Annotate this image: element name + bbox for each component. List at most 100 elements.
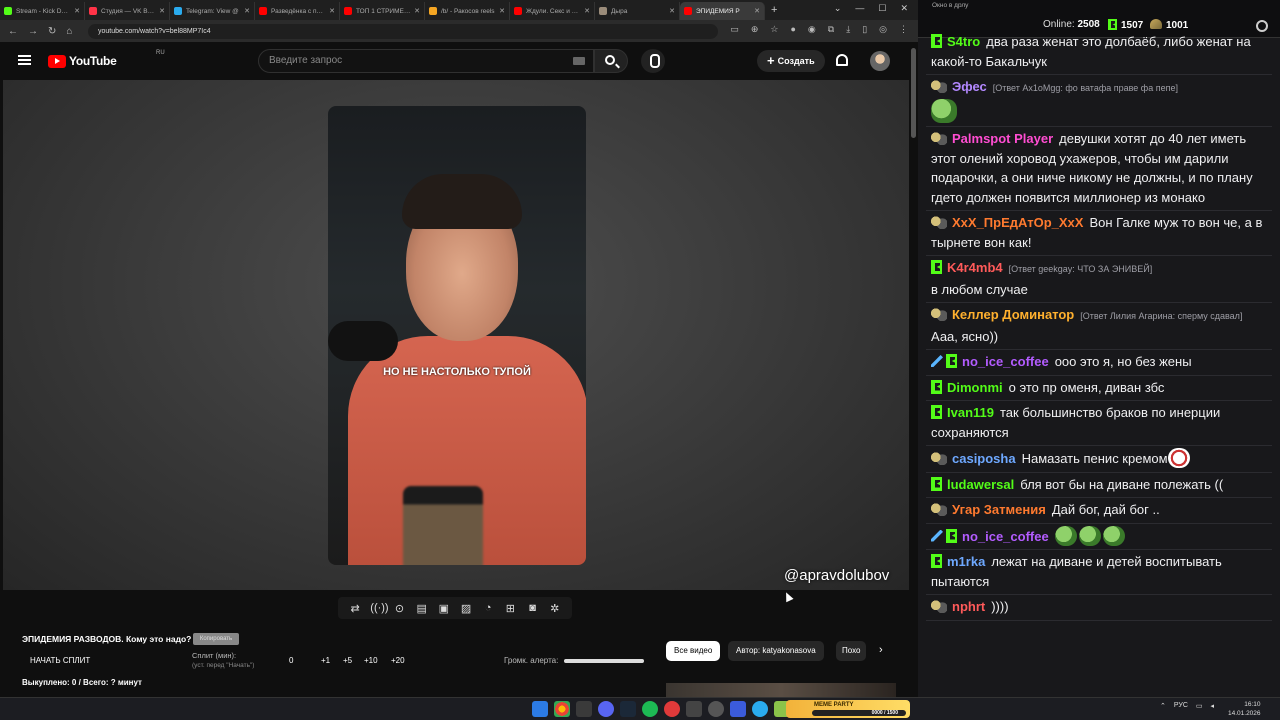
avatar[interactable] <box>870 51 890 71</box>
chat-username[interactable]: casiposha <box>952 451 1016 466</box>
bookmark-star-icon[interactable]: ☆ <box>770 24 778 35</box>
browser-tab[interactable]: Студия — VK Видео✕ <box>85 2 170 20</box>
app-icon-2[interactable] <box>664 701 680 717</box>
app-icon-1[interactable] <box>576 701 592 717</box>
search-button[interactable] <box>594 49 628 73</box>
create-button[interactable]: + Создать <box>757 50 825 72</box>
split-plus-1[interactable]: +1 <box>321 656 330 665</box>
tab-close-icon[interactable]: ✕ <box>74 7 80 15</box>
download-icon[interactable]: ⤓ <box>846 24 850 35</box>
chip-similar[interactable]: Похо <box>836 641 866 661</box>
browser-tab[interactable]: Разведёнка с приц ✕ <box>255 2 340 20</box>
browser-tab[interactable]: /b/ - Ракосов reels ✕ <box>425 2 510 20</box>
chat-username[interactable]: Palmspot Player <box>952 131 1053 146</box>
close-window-button[interactable]: ✕ <box>900 3 908 14</box>
browser-tab[interactable]: Ждули. Секс и отн ✕ <box>510 2 595 20</box>
app-icon-3[interactable] <box>686 701 702 717</box>
discord-icon[interactable] <box>598 701 614 717</box>
chat-username[interactable]: Угар Затмения <box>952 502 1046 517</box>
back-icon[interactable]: ← <box>8 26 18 37</box>
add-icon[interactable]: ⊞ <box>503 602 517 615</box>
app-icon-4[interactable] <box>730 701 746 717</box>
zoom-icon[interactable]: ⊕ <box>751 24 759 35</box>
voice-search-icon[interactable] <box>641 49 665 73</box>
steam-icon[interactable] <box>620 701 636 717</box>
screenshot-icon[interactable]: ▨ <box>459 602 473 615</box>
minimize-button[interactable]: — <box>855 3 864 14</box>
meme-party-widget[interactable]: MEME PARTY 0000 / 1500 <box>786 700 910 718</box>
browser-tab[interactable]: Дыра ✕ <box>595 2 680 20</box>
menu-dots-icon[interactable]: ⋮ <box>899 24 908 35</box>
video-player[interactable]: НО НЕ НАСТОЛЬКО ТУПОЙ @apravdolubov <box>3 80 909 590</box>
browser-tab[interactable]: Telegram: View @ ✕ <box>170 2 255 20</box>
camera-icon[interactable]: ◙ <box>526 602 540 614</box>
tab-close-icon[interactable]: ✕ <box>414 7 420 15</box>
recommended-thumbnail[interactable] <box>666 683 896 697</box>
chat-username[interactable]: Келлер Доминатор <box>952 307 1074 322</box>
home-icon[interactable]: ⌂ <box>66 26 72 37</box>
notifications-bell-icon[interactable] <box>836 54 848 66</box>
cast-icon[interactable]: ▭ <box>730 24 739 35</box>
maximize-button[interactable]: ☐ <box>878 3 886 14</box>
chat-username[interactable]: no_ice_coffee <box>962 354 1049 369</box>
loop-icon[interactable]: ⇄ <box>348 602 362 615</box>
hamburger-menu-icon[interactable] <box>18 55 31 65</box>
split-plus-10[interactable]: +10 <box>364 656 378 665</box>
telegram-icon[interactable] <box>752 701 768 717</box>
chat-username[interactable]: K4r4mb4 <box>947 260 1003 275</box>
clip-icon[interactable]: ▤ <box>415 602 429 615</box>
chat-username[interactable]: Эфес <box>952 79 987 94</box>
extension-red-icon[interactable]: ◉ <box>808 24 816 35</box>
volume-icon[interactable]: ◂ <box>1211 702 1215 710</box>
tab-search-icon[interactable]: ⌄ <box>834 3 842 14</box>
system-clock[interactable]: 16:10 14.01.2026 <box>1228 700 1261 718</box>
url-field[interactable]: youtube.com/watch?v=bel88MP7Ic4 <box>88 24 718 39</box>
chat-username[interactable]: Ivan119 <box>947 405 994 420</box>
tab-close-icon[interactable]: ✕ <box>754 7 760 15</box>
chat-username[interactable]: S4tro <box>947 34 980 49</box>
speed-icon[interactable]: ◔ <box>481 602 495 614</box>
chip-author[interactable]: Автор: katyakonasova <box>728 641 824 661</box>
extension-icon[interactable]: ● <box>790 24 795 35</box>
extensions-puzzle-icon[interactable]: ⧉ <box>828 24 834 35</box>
browser-tab[interactable]: Stream - Kick Dashboard✕ <box>0 2 85 20</box>
search-input[interactable]: Введите запрос <box>258 49 594 73</box>
record-icon[interactable]: ⊙ <box>392 602 406 615</box>
language-indicator[interactable]: РУС <box>1174 702 1188 710</box>
start-split-button[interactable]: НАЧАТЬ СПЛИТ <box>30 656 90 665</box>
split-value-0[interactable]: 0 <box>289 656 293 665</box>
chat-username[interactable]: XxX_ПрЕдАтОр_XxX <box>952 215 1083 230</box>
scrollbar-thumb[interactable] <box>911 48 916 138</box>
tab-close-icon[interactable]: ✕ <box>669 7 675 15</box>
chat-username[interactable]: Dimonmi <box>947 380 1003 395</box>
chat-username[interactable]: ludawersal <box>947 477 1014 492</box>
obs-icon[interactable] <box>708 701 724 717</box>
chrome-icon[interactable] <box>554 701 570 717</box>
spotify-icon[interactable] <box>642 701 658 717</box>
tab-close-icon[interactable]: ✕ <box>159 7 165 15</box>
page-scrollbar[interactable] <box>909 42 918 697</box>
new-tab-button[interactable]: + <box>771 4 777 16</box>
chevron-right-icon[interactable]: › <box>879 644 883 656</box>
tab-close-icon[interactable]: ✕ <box>329 7 335 15</box>
tab-close-icon[interactable]: ✕ <box>499 7 505 15</box>
tray-chevron-icon[interactable]: ⌃ <box>1160 702 1166 710</box>
tab-close-icon[interactable]: ✕ <box>584 7 590 15</box>
split-plus-20[interactable]: +20 <box>391 656 405 665</box>
chip-all-videos[interactable]: Все видео <box>666 641 721 661</box>
browser-tab[interactable]: ЭПИДЕМИЯ Р ✕ <box>680 2 765 20</box>
network-icon[interactable]: ▭ <box>1196 702 1203 710</box>
split-plus-5[interactable]: +5 <box>343 656 352 665</box>
start-icon[interactable] <box>532 701 548 717</box>
forward-icon[interactable]: → <box>28 26 38 37</box>
sidepanel-icon[interactable]: ▯ <box>862 24 867 35</box>
frame-icon[interactable]: ▣ <box>437 602 451 615</box>
keyboard-icon[interactable] <box>573 57 585 65</box>
youtube-logo[interactable]: YouTube RU <box>48 50 165 68</box>
broadcast-icon[interactable]: ((·)) <box>370 602 388 614</box>
tab-close-icon[interactable]: ✕ <box>244 7 250 15</box>
profile-icon[interactable]: ◎ <box>879 24 887 35</box>
alert-volume-slider[interactable] <box>564 659 644 663</box>
chat-username[interactable]: nphrt <box>952 599 985 614</box>
reload-icon[interactable]: ↻ <box>48 26 56 37</box>
